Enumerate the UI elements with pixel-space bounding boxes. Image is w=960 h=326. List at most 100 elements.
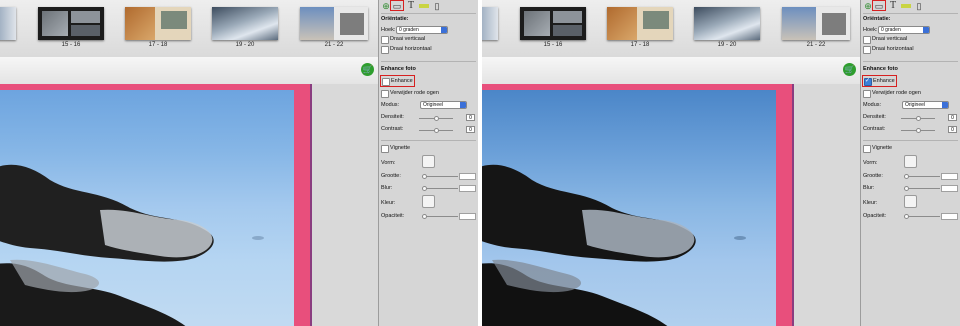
flip-vertical-label: Draai verticaal <box>390 36 426 42</box>
contrast-slider-knob[interactable] <box>434 128 439 133</box>
photo-frame[interactable] <box>482 84 794 326</box>
divider <box>381 140 476 141</box>
thumbnail-17-18[interactable] <box>607 7 673 40</box>
divider <box>381 61 476 62</box>
divider <box>863 140 958 141</box>
opacity-slider[interactable] <box>904 216 940 217</box>
color-swatch[interactable] <box>904 195 917 208</box>
cart-icon[interactable]: 🛒 <box>843 63 856 76</box>
mode-select[interactable]: Origineel <box>420 101 467 109</box>
divider <box>381 13 476 14</box>
thumbnail-label: 17 - 18 <box>148 42 168 48</box>
thumbnail-15-16[interactable] <box>38 7 104 40</box>
thumbnail-strip: 15 - 16 17 - 18 19 - 20 21 - 22 <box>482 0 860 58</box>
photo[interactable] <box>0 90 294 326</box>
flip-horizontal-checkbox[interactable] <box>863 46 871 54</box>
blur-slider[interactable] <box>422 188 458 189</box>
photo-frame[interactable] <box>0 84 312 326</box>
angle-select[interactable]: 0 graden <box>878 26 930 34</box>
thumbnail-label: 19 - 20 <box>717 42 737 48</box>
mode-select[interactable]: Origineel <box>902 101 949 109</box>
redeye-checkbox[interactable] <box>863 90 871 98</box>
vignette-label: Vignette <box>390 145 411 151</box>
angle-select[interactable]: 0 graden <box>396 26 448 34</box>
contrast-value[interactable]: 0 <box>466 126 475 133</box>
color-label: Kleur: <box>863 200 878 206</box>
size-value-box[interactable] <box>941 173 958 180</box>
density-slider-knob[interactable] <box>916 116 921 121</box>
blur-label: Blur: <box>863 185 875 191</box>
blur-slider-knob[interactable] <box>422 186 427 191</box>
enhance-label: Enhance <box>391 78 413 84</box>
blur-value-box[interactable] <box>941 185 958 192</box>
size-slider-knob[interactable] <box>904 174 909 179</box>
opacity-slider-knob[interactable] <box>904 214 909 219</box>
blur-slider-knob[interactable] <box>904 186 909 191</box>
flip-vertical-checkbox[interactable] <box>381 36 389 44</box>
orientation-label: Oriëntatie: <box>863 16 891 22</box>
size-label: Grootte: <box>381 173 401 179</box>
cart-icon[interactable]: 🛒 <box>361 63 374 76</box>
thumbnail-19-20[interactable] <box>212 7 278 40</box>
density-label: Densiteit: <box>863 114 886 120</box>
divider <box>863 61 958 62</box>
size-value-box[interactable] <box>459 173 476 180</box>
settings-panel: ⊕ ▭ T ▯ Oriëntatie: Hoek: 0 graden Draai… <box>860 0 960 326</box>
photo-canvas <box>0 84 378 326</box>
thumbnail-page-edge[interactable] <box>482 7 498 40</box>
frame-tab-highlight <box>872 0 886 11</box>
page-icon[interactable]: ▯ <box>432 1 442 11</box>
contrast-label: Contrast: <box>381 126 404 132</box>
thumbnail-21-22[interactable] <box>300 7 368 40</box>
opacity-slider[interactable] <box>422 216 458 217</box>
color-swatch[interactable] <box>422 195 435 208</box>
orientation-label: Oriëntatie: <box>381 16 409 22</box>
text-icon[interactable]: T <box>888 1 898 11</box>
size-slider[interactable] <box>904 176 940 177</box>
flip-vertical-label: Draai verticaal <box>872 36 908 42</box>
text-icon[interactable]: T <box>406 1 416 11</box>
enhance-section-title: Enhance foto <box>863 66 898 72</box>
photo-enhanced[interactable] <box>482 90 776 326</box>
flip-vertical-checkbox[interactable] <box>863 36 871 44</box>
thumbnail-label: 15 - 16 <box>61 42 81 48</box>
thumbnail-17-18[interactable] <box>125 7 191 40</box>
blur-slider[interactable] <box>904 188 940 189</box>
enhance-checkbox[interactable] <box>864 77 872 86</box>
thumbnail-page-edge[interactable] <box>0 7 16 40</box>
size-slider-knob[interactable] <box>422 174 427 179</box>
shape-selector[interactable] <box>422 155 435 168</box>
opacity-value-box[interactable] <box>941 213 958 220</box>
vignette-checkbox[interactable] <box>381 145 389 153</box>
thumbnail-21-22[interactable] <box>782 7 850 40</box>
opacity-value-box[interactable] <box>459 213 476 220</box>
flip-horizontal-label: Draai horizontaal <box>390 46 432 52</box>
blur-value-box[interactable] <box>459 185 476 192</box>
thumbnail-19-20[interactable] <box>694 7 760 40</box>
color-bar-icon[interactable] <box>901 1 911 11</box>
photo-canvas <box>482 84 860 326</box>
vignette-label: Vignette <box>872 145 893 151</box>
thumbnail-15-16[interactable] <box>520 7 586 40</box>
shape-selector[interactable] <box>904 155 917 168</box>
enhance-checkbox[interactable] <box>382 78 390 86</box>
settings-panel: ⊕ ▭ T ▯ Oriëntatie: Hoek: 0 graden Draai… <box>378 0 478 326</box>
color-bar-icon[interactable] <box>419 1 429 11</box>
opacity-slider-knob[interactable] <box>422 214 427 219</box>
flip-horizontal-checkbox[interactable] <box>381 46 389 54</box>
vignette-checkbox[interactable] <box>863 145 871 153</box>
shape-label: Vorm: <box>863 160 878 166</box>
density-slider-knob[interactable] <box>434 116 439 121</box>
density-value[interactable]: 0 <box>466 114 475 121</box>
contrast-value[interactable]: 0 <box>948 126 957 133</box>
density-value[interactable]: 0 <box>948 114 957 121</box>
enhance-label: Enhance <box>873 78 895 84</box>
opacity-label: Opaciteit: <box>863 213 887 219</box>
color-label: Kleur: <box>381 200 396 206</box>
page-icon[interactable]: ▯ <box>914 1 924 11</box>
contrast-slider-knob[interactable] <box>916 128 921 133</box>
thumbnail-label: 15 - 16 <box>543 42 563 48</box>
redeye-checkbox[interactable] <box>381 90 389 98</box>
mode-label: Modus: <box>381 102 400 108</box>
size-slider[interactable] <box>422 176 458 177</box>
